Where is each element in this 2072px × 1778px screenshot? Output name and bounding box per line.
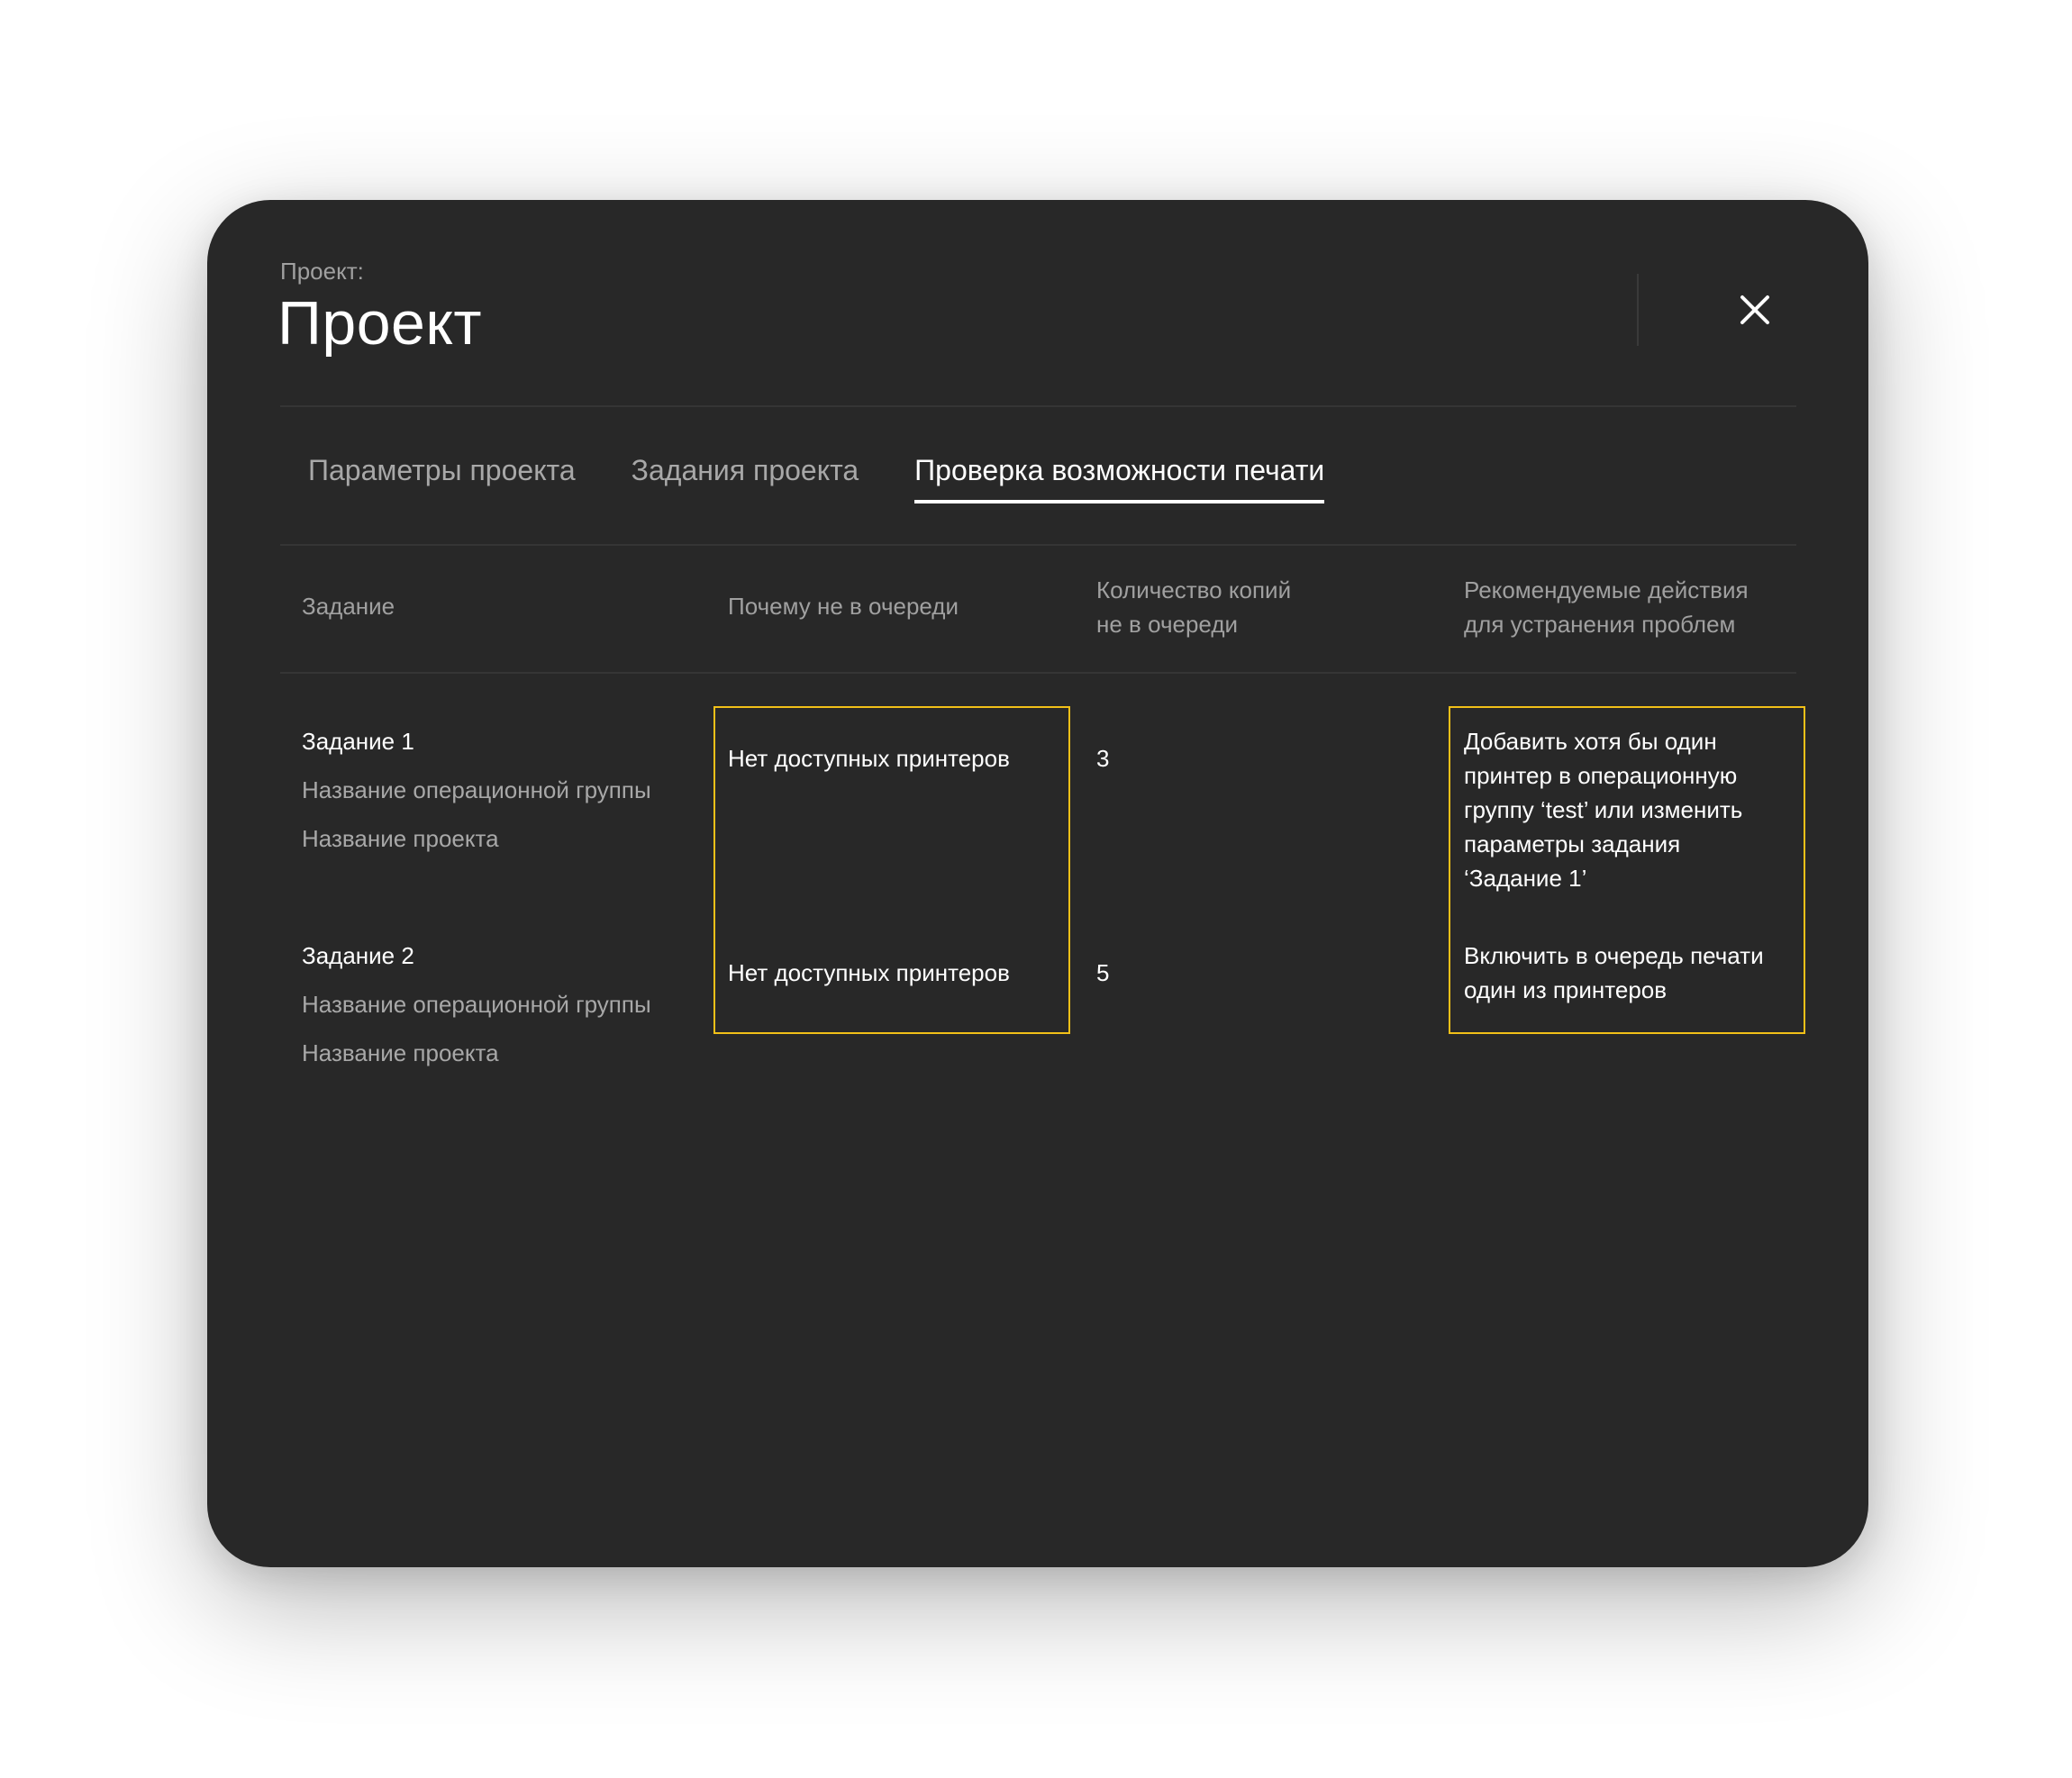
row1-action-line: параметры задания — [1464, 830, 1681, 857]
header-divider — [1637, 274, 1639, 346]
header-separator — [280, 405, 1796, 407]
column-header-actions-line1: Рекомендуемые действия — [1464, 576, 1749, 603]
tab-bar: Параметры проекта Задания проекта Провер… — [308, 454, 1325, 503]
row1-action-line: группу ‘test’ или изменить — [1464, 796, 1743, 823]
row2-action-line: один из принтеров — [1464, 976, 1668, 1003]
row1-action-line: ‘Задание 1’ — [1464, 865, 1587, 892]
row1-copies: 3 — [1096, 745, 1110, 772]
row2-reason: Нет доступных принтеров — [728, 959, 1010, 986]
tab-project-parameters[interactable]: Параметры проекта — [308, 454, 576, 503]
row2-task-name[interactable]: Задание 2 — [302, 939, 414, 973]
close-icon — [1740, 295, 1769, 324]
close-button[interactable] — [1733, 288, 1777, 331]
row1-reason: Нет доступных принтеров — [728, 745, 1010, 772]
row2-copies: 5 — [1096, 959, 1110, 986]
row1-group-name: Название операционной группы — [302, 776, 651, 803]
header-label: Проект: — [280, 258, 364, 285]
column-header-copies-line1: Количество копий — [1096, 576, 1292, 603]
column-header-reason: Почему не в очереди — [728, 593, 959, 620]
row2-group-name: Название операционной группы — [302, 991, 651, 1018]
row2-project-name: Название проекта — [302, 1039, 499, 1066]
row2-action-line: Включить в очередь печати — [1464, 942, 1764, 969]
page-title: Проект — [277, 289, 482, 358]
table-header-separator — [280, 672, 1796, 674]
tab-print-check[interactable]: Проверка возможности печати — [914, 454, 1325, 503]
tab-project-tasks[interactable]: Задания проекта — [632, 454, 859, 503]
project-modal: Проект: Проект Параметры проекта Задания… — [207, 200, 1868, 1567]
row1-task-name[interactable]: Задание 1 — [302, 724, 414, 758]
column-header-task: Задание — [302, 593, 395, 620]
row1-action-line: Добавить хотя бы один — [1464, 728, 1717, 755]
tabs-separator — [280, 544, 1796, 546]
row1-project-name: Название проекта — [302, 825, 499, 852]
column-header-copies-line2: не в очереди — [1096, 611, 1239, 638]
column-header-actions-line2: для устранения проблем — [1464, 611, 1736, 638]
row1-action-line: принтер в операционную — [1464, 762, 1738, 789]
